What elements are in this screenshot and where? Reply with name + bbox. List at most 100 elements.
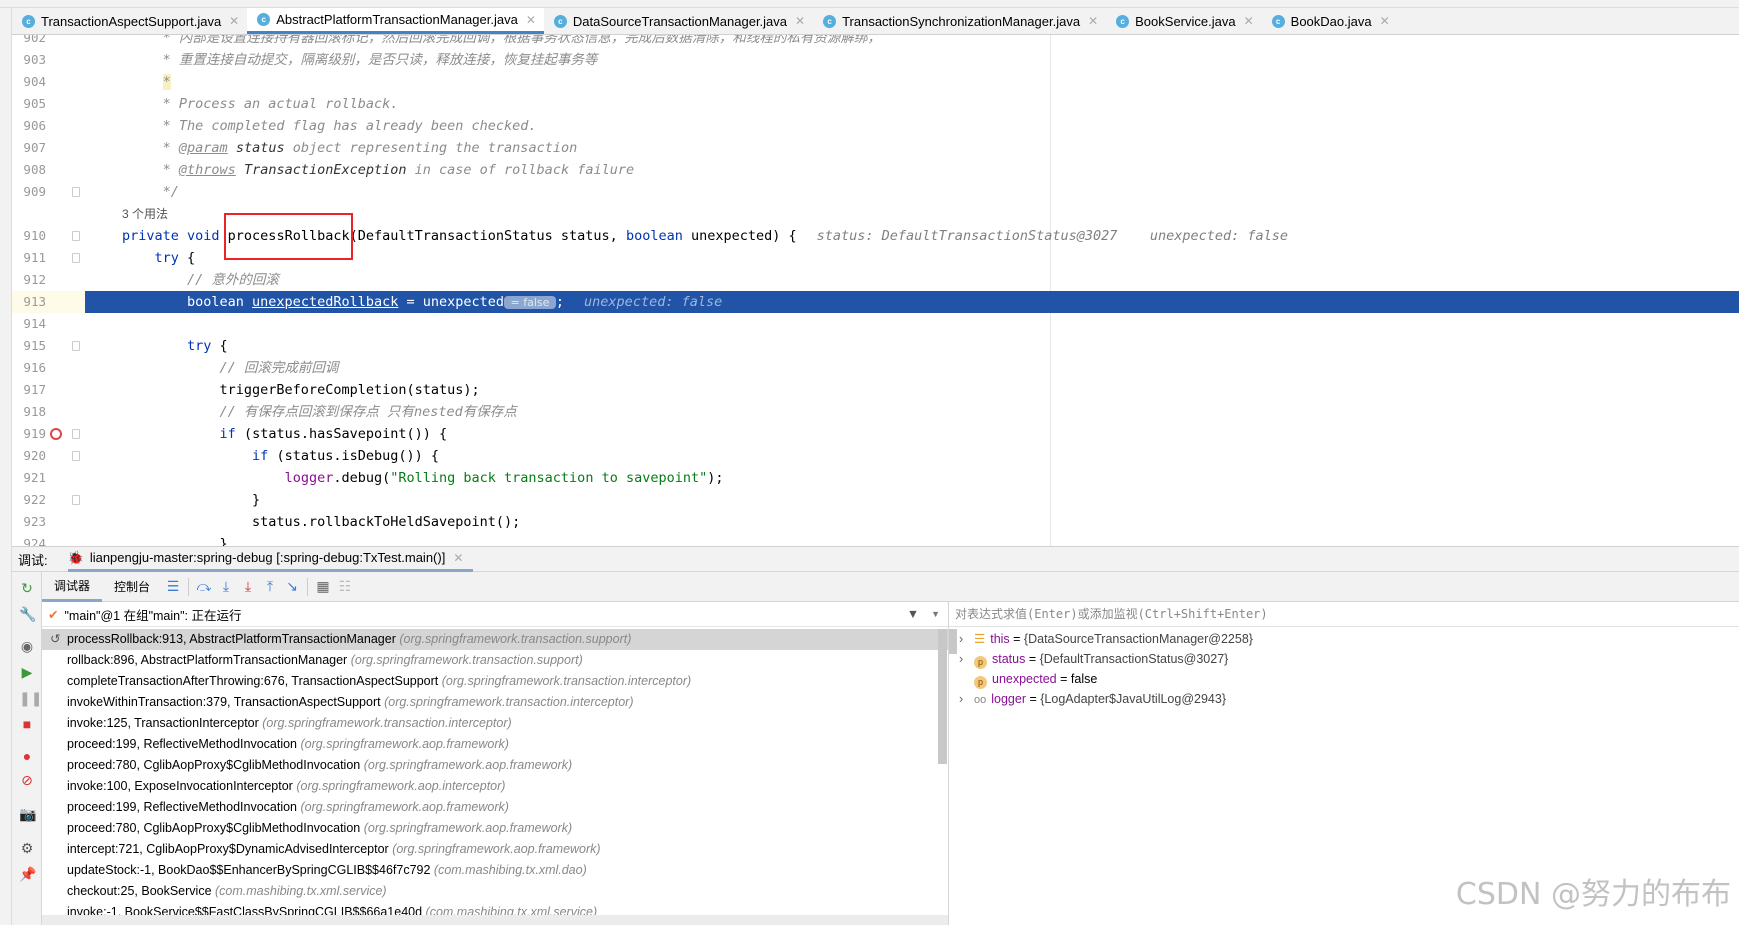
fold-marker-icon[interactable] (72, 495, 80, 505)
equals-sign: = (1009, 632, 1024, 646)
field-list-icon: ☰ (974, 632, 986, 646)
close-icon[interactable]: ✕ (453, 551, 463, 565)
fold-marker-icon[interactable] (72, 341, 80, 351)
class-icon: c (257, 13, 271, 26)
stack-frame[interactable]: intercept:721, CglibAopProxy$DynamicAdvi… (42, 839, 948, 860)
eye-icon[interactable]: ◉ (19, 638, 35, 654)
step-over-icon[interactable]: ⤼ (193, 578, 215, 595)
code-line: 912 // 意外的回滚 (12, 269, 1739, 291)
tab-debugger[interactable]: 调试器 (42, 572, 103, 602)
stack-frame[interactable]: proceed:780, CglibAopProxy$CglibMethodIn… (42, 818, 948, 839)
editor-tab[interactable]: c BookDao.java ✕ (1262, 8, 1398, 34)
stack-frame[interactable]: rollback:896, AbstractPlatformTransactio… (42, 650, 948, 671)
editor-tab[interactable]: c BookService.java ✕ (1106, 8, 1262, 34)
frame-method: completeTransactionAfterThrowing:676, Tr… (67, 674, 439, 688)
rerun-icon[interactable]: ↻ (19, 580, 35, 596)
view-breakpoints-icon[interactable]: ● (19, 748, 35, 764)
stack-frame[interactable]: completeTransactionAfterThrowing:676, Tr… (42, 671, 948, 692)
line-number: 910 (23, 228, 46, 243)
code-line: 913 boolean unexpectedRollback = unexpec… (12, 291, 1739, 313)
close-icon[interactable]: ✕ (1244, 14, 1254, 28)
stack-frame[interactable]: proceed:199, ReflectiveMethodInvocation … (42, 734, 948, 755)
stack-frame[interactable]: invoke:100, ExposeInvocationInterceptor … (42, 776, 948, 797)
code-line: 915 try { (12, 335, 1739, 357)
mute-breakpoints-icon[interactable]: ⊘ (19, 772, 35, 788)
editor-tab[interactable]: c TransactionAspectSupport.java ✕ (12, 8, 247, 34)
watermark: CSDN @努力的布布 (1455, 877, 1731, 912)
chevron-right-icon[interactable]: › (959, 689, 963, 709)
stack-frame[interactable]: checkout:25, BookService (com.mashibing.… (42, 881, 948, 902)
stop-icon[interactable]: ■ (19, 716, 35, 732)
force-step-into-icon[interactable]: ⤓ (237, 578, 259, 595)
variable-row[interactable]: › oo logger = {LogAdapter$JavaUtilLog@2943… (949, 689, 1739, 709)
code-text: logger.debug("Rolling back transaction t… (122, 467, 724, 489)
step-out-icon[interactable]: ⤒ (259, 578, 281, 595)
chevron-down-icon[interactable]: ▼ (931, 609, 940, 619)
camera-icon[interactable]: 📷 (19, 806, 36, 822)
run-to-cursor-icon[interactable]: ↘ (281, 578, 303, 595)
code-token: } (122, 492, 261, 508)
stack-frame[interactable]: invokeWithinTransaction:379, Transaction… (42, 692, 948, 713)
evaluate-expression-input[interactable]: 对表达式求值(Enter)或添加监视(Ctrl+Shift+Enter) (949, 602, 1739, 627)
trace-icon[interactable]: ☷ (334, 578, 356, 595)
close-icon[interactable]: ✕ (229, 14, 239, 28)
evaluate-expression-icon[interactable]: ▦ (312, 578, 334, 595)
stack-frame[interactable]: updateStock:-1, BookDao$$EnhancerBySprin… (42, 860, 948, 881)
editor-tab[interactable]: c TransactionSynchronizationManager.java ✕ (813, 8, 1106, 34)
breakpoint-icon[interactable] (50, 428, 62, 440)
fold-marker-icon[interactable] (72, 253, 80, 263)
code-token: try (154, 250, 188, 266)
debug-session-tab[interactable]: 🐞 lianpengju-master:spring-debug [:sprin… (67, 546, 474, 572)
variable-row[interactable]: p unexpected = false (949, 669, 1739, 689)
code-editor[interactable]: 902 * 内部是设置连接持有器回滚标记，然后回滚完成回调，根据事务状态信息，完… (12, 35, 1739, 546)
fold-marker-icon[interactable] (72, 451, 80, 461)
code-token: triggerBeforeCompletion(status); (122, 382, 480, 398)
editor-tab[interactable]: c DataSourceTransactionManager.java ✕ (544, 8, 813, 34)
code-token: boolean (625, 228, 691, 244)
filter-icon[interactable]: ▼ (907, 607, 919, 621)
frames-scrollbar[interactable] (938, 629, 947, 764)
variable-value: {DataSourceTransactionManager@2258} (1023, 632, 1253, 646)
pin-icon[interactable]: 📌 (19, 866, 36, 882)
resume-icon[interactable]: ▶ (19, 664, 35, 680)
frame-method: checkout:25, BookService (67, 884, 212, 898)
frame-method: processRollback:913, AbstractPlatformTra… (67, 632, 396, 646)
code-token: * 重置连接自动提交，隔离级别，是否只读，释放连接，恢复挂起事务等 (122, 52, 598, 68)
chevron-right-icon[interactable]: › (959, 629, 963, 649)
editor-tab[interactable]: c AbstractPlatformTransactionManager.java… (247, 8, 544, 34)
variable-name: status (992, 652, 1026, 666)
tab-label: DataSourceTransactionManager.java (572, 13, 788, 29)
chevron-right-icon[interactable]: › (959, 649, 963, 669)
close-icon[interactable]: ✕ (1380, 14, 1390, 28)
code-line: 917 triggerBeforeCompletion(status); (12, 379, 1739, 401)
close-icon[interactable]: ✕ (1088, 14, 1098, 28)
variable-row[interactable]: › ☰ this = {DataSourceTransactionManager@2… (949, 629, 1739, 649)
step-into-icon[interactable]: ⤓ (215, 578, 237, 595)
code-line: 909 */ (12, 181, 1739, 203)
usage-count[interactable]: 3 个用法 (122, 207, 168, 221)
thread-selector[interactable]: ✔ "main"@1 在组"main": 正在运行 ▼ ▼ (42, 602, 948, 627)
code-token: TransactionException (243, 162, 407, 178)
stack-frame[interactable]: ↺ processRollback:913, AbstractPlatformTr… (42, 629, 948, 650)
variable-row[interactable]: › p status = {DefaultTransactionStatus@302… (949, 649, 1739, 669)
stack-frame[interactable]: invoke:125, TransactionInterceptor (org.… (42, 713, 948, 734)
frame-method: invoke:100, ExposeInvocationInterceptor (67, 779, 293, 793)
pause-icon[interactable]: ❚❚ (19, 690, 42, 706)
wrench-icon[interactable]: 🔧 (19, 606, 36, 622)
code-token: @param (178, 140, 228, 156)
fold-marker-icon[interactable] (72, 429, 80, 439)
fold-marker-icon[interactable] (72, 187, 80, 197)
tab-console[interactable]: 控制台 (102, 572, 162, 602)
close-icon[interactable]: ✕ (526, 13, 536, 27)
debug-label: 调试: (18, 552, 48, 568)
code-token: * (162, 74, 171, 90)
stack-frame[interactable]: proceed:199, ReflectiveMethodInvocation … (42, 797, 948, 818)
fold-marker-icon[interactable] (72, 231, 80, 241)
divider (188, 577, 190, 596)
stack-frame[interactable]: proceed:780, CglibAopProxy$CglibMethodIn… (42, 755, 948, 776)
menu-lines-icon[interactable]: ☰ (162, 578, 184, 595)
close-icon[interactable]: ✕ (795, 14, 805, 28)
gear-icon[interactable]: ⚙ (19, 840, 35, 856)
variable-name: logger (991, 692, 1026, 706)
